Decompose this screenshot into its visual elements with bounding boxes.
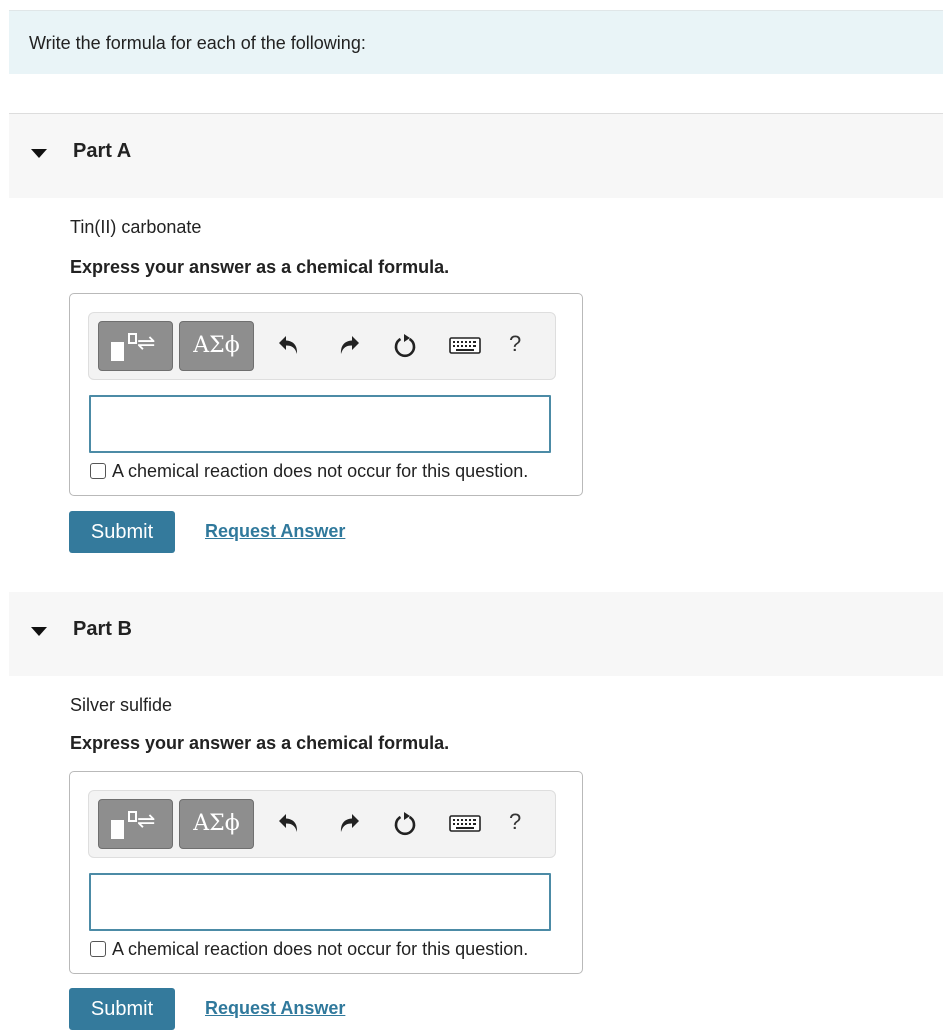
part-b-question: Silver sulfide: [70, 695, 173, 715]
help-icon[interactable]: ?: [509, 331, 521, 357]
no-reaction-label: A chemical reaction does not occur for t…: [112, 461, 529, 481]
templates-button[interactable]: ⇌: [98, 799, 173, 849]
undo-icon[interactable]: [277, 331, 305, 359]
part-a-toolbar: ⇌ ΑΣϕ ?: [88, 312, 556, 380]
templates-button[interactable]: ⇌: [98, 321, 173, 371]
no-reaction-checkbox[interactable]: [90, 941, 106, 957]
instructions-text: Write the formula for each of the follow…: [29, 33, 366, 53]
redo-icon[interactable]: [333, 809, 361, 837]
equilibrium-arrows-icon: ⇌: [137, 331, 156, 356]
part-b-answer-box: ⇌ ΑΣϕ ? A chemical reaction does not occ…: [69, 771, 583, 974]
collapse-caret-icon[interactable]: [31, 627, 47, 636]
reset-icon[interactable]: [391, 331, 419, 359]
symbols-button[interactable]: ΑΣϕ: [179, 321, 254, 371]
part-a-question: Tin(II) carbonate: [70, 217, 202, 237]
collapse-caret-icon[interactable]: [31, 149, 47, 158]
undo-icon[interactable]: [277, 809, 305, 837]
part-b-header[interactable]: Part B: [9, 592, 943, 676]
part-a-answer-box: ⇌ ΑΣϕ ? A chemical reaction does not occ…: [69, 293, 583, 496]
part-a-submit-button[interactable]: Submit: [69, 511, 175, 553]
keyboard-icon[interactable]: [449, 809, 481, 837]
part-a-header[interactable]: Part A: [9, 113, 943, 198]
template-block-icon: [111, 342, 124, 361]
reset-icon[interactable]: [391, 809, 419, 837]
template-block-icon: [111, 820, 124, 839]
template-box-icon: [128, 333, 137, 344]
part-b-formula-input[interactable]: [89, 873, 551, 931]
part-a-instruction: Express your answer as a chemical formul…: [70, 257, 450, 277]
template-box-icon: [128, 811, 137, 822]
part-a-formula-input[interactable]: [89, 395, 551, 453]
part-b-request-answer-link[interactable]: Request Answer: [205, 998, 345, 1019]
part-b-toolbar: ⇌ ΑΣϕ ?: [88, 790, 556, 858]
part-a-title: Part A: [73, 140, 132, 162]
no-reaction-checkbox[interactable]: [90, 463, 106, 479]
keyboard-icon[interactable]: [449, 331, 481, 359]
part-b-instruction: Express your answer as a chemical formul…: [70, 733, 450, 753]
no-reaction-label: A chemical reaction does not occur for t…: [112, 939, 529, 959]
part-b-title: Part B: [73, 618, 132, 640]
help-icon[interactable]: ?: [509, 809, 521, 835]
instructions-banner: Write the formula for each of the follow…: [9, 10, 943, 74]
part-a-request-answer-link[interactable]: Request Answer: [205, 521, 345, 542]
equilibrium-arrows-icon: ⇌: [137, 809, 156, 834]
symbols-button[interactable]: ΑΣϕ: [179, 799, 254, 849]
redo-icon[interactable]: [333, 331, 361, 359]
